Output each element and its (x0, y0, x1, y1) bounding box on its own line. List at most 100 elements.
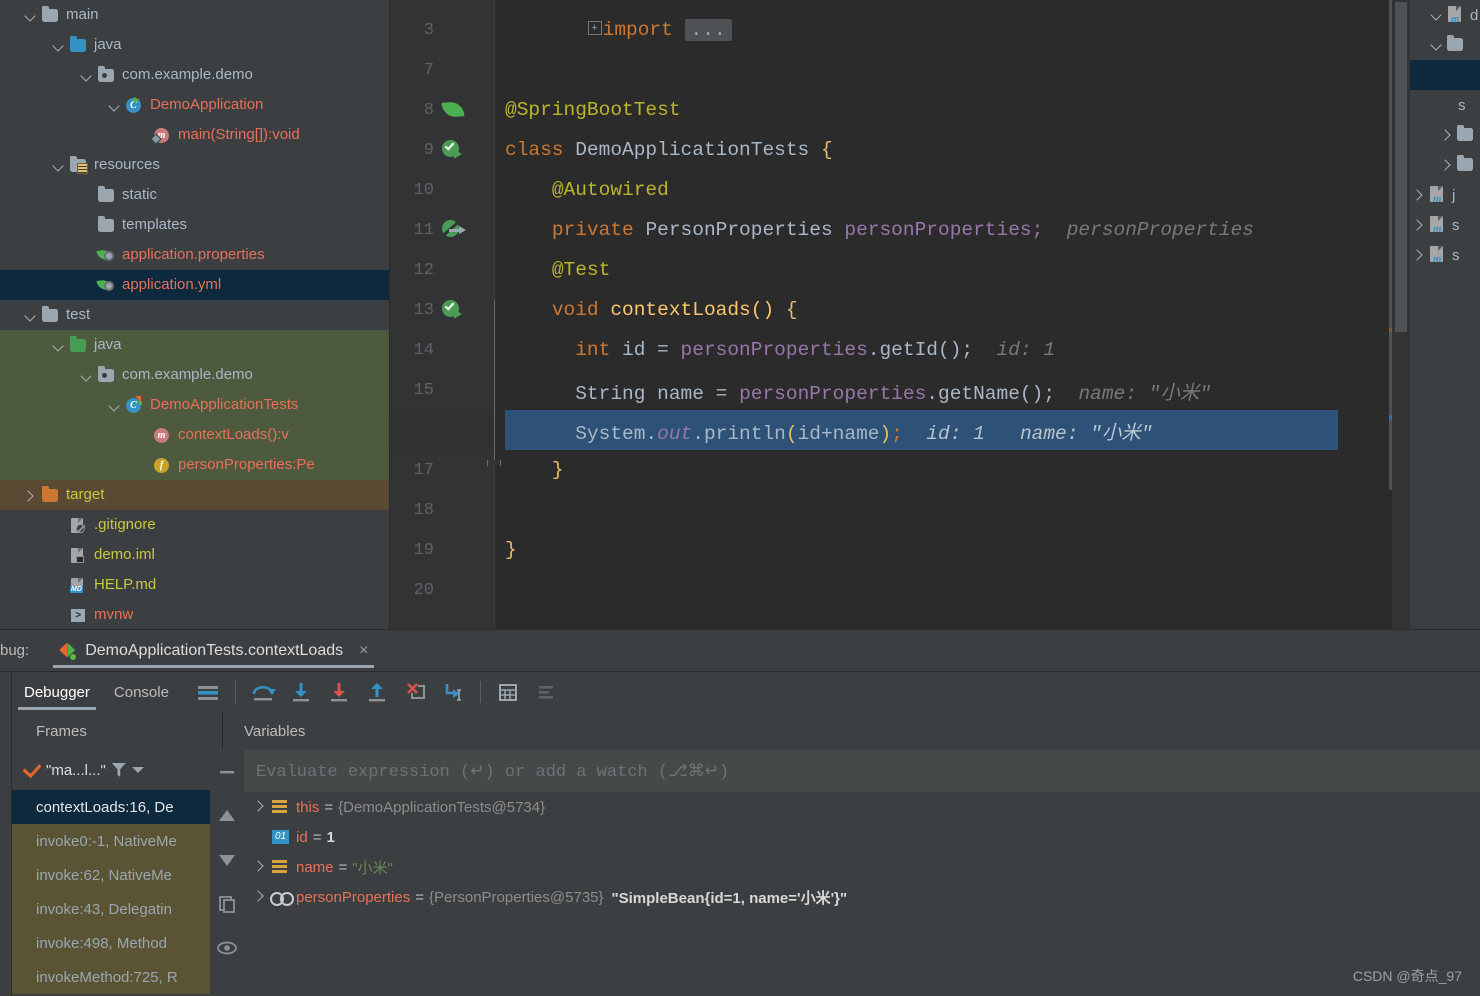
chevron-down-icon[interactable] (22, 7, 38, 23)
tab-debugger[interactable]: Debugger (12, 672, 102, 712)
variable-row[interactable]: this={DemoApplicationTests@5734} (244, 792, 1480, 822)
code-line-17[interactable]: } (390, 450, 1410, 490)
evaluate-expression-icon[interactable] (493, 677, 523, 707)
tree-item-application-yml[interactable]: application.yml (0, 270, 390, 300)
code-line-19[interactable]: } (390, 530, 1410, 570)
tree-item-com-example-demo[interactable]: com.example.demo (0, 360, 390, 390)
threads-settings-icon[interactable] (531, 677, 561, 707)
tree-item-application-properties[interactable]: application.properties (0, 240, 390, 270)
chevron-down-icon[interactable] (1428, 6, 1446, 24)
thread-selector[interactable]: "ma...l..." (12, 750, 210, 790)
maven-tool-window[interactable]: mdsmjmsms (1410, 0, 1480, 630)
maven-item-3[interactable]: s (1410, 90, 1480, 120)
code-editor[interactable]: 37891011121314151617181920 +import ... @… (390, 0, 1410, 630)
variable-row[interactable]: personProperties={PersonProperties@5735}… (244, 882, 1480, 912)
copy-icon[interactable] (210, 882, 244, 926)
maven-item-8[interactable]: ms (1410, 240, 1480, 270)
maven-item-7[interactable]: ms (1410, 210, 1480, 240)
gutter-line-18[interactable]: 18 (390, 490, 1410, 530)
frames-side-toolbar[interactable] (210, 750, 244, 996)
chevron-down-icon[interactable] (50, 157, 66, 173)
code-line-15[interactable]: String name = personProperties.getName()… (390, 370, 1410, 410)
code-line-3[interactable]: +import ... (390, 10, 1410, 50)
variable-row[interactable]: 01id=1 (244, 822, 1480, 852)
chevron-right-icon[interactable] (244, 797, 270, 817)
show-execution-point-icon[interactable] (193, 677, 223, 707)
chevron-right-icon[interactable] (1410, 186, 1428, 204)
frames-list[interactable]: contextLoads:16, Deinvoke0:-1, NativeMei… (12, 790, 210, 994)
frame-row[interactable]: invoke:43, Delegatin (12, 892, 210, 926)
debug-tool-window[interactable]: bug: DemoApplicationTests.contextLoads ×… (0, 630, 1480, 996)
tree-item-demo-iml[interactable]: demo.iml (0, 540, 390, 570)
editor-debug-splitter[interactable] (0, 629, 1480, 630)
tree-item-main-string----void[interactable]: mmain(String[]):void (0, 120, 390, 150)
tree-item-com-example-demo[interactable]: com.example.demo (0, 60, 390, 90)
tree-item-static[interactable]: static (0, 180, 390, 210)
chevron-down-icon[interactable] (22, 307, 38, 323)
code-line-11[interactable]: private PersonProperties personPropertie… (390, 210, 1410, 250)
chevron-down-icon[interactable] (132, 767, 144, 773)
tab-console[interactable]: Console (102, 672, 181, 712)
fold-expand-icon[interactable]: + (588, 21, 602, 35)
tree-item-templates[interactable]: templates (0, 210, 390, 240)
tree-item-help-md[interactable]: MDHELP.md (0, 570, 390, 600)
chevron-down-icon[interactable] (106, 97, 122, 113)
chevron-down-icon[interactable] (106, 397, 122, 413)
close-icon[interactable]: × (359, 642, 368, 660)
move-up-icon[interactable] (210, 794, 244, 838)
project-tool-window[interactable]: mainjavacom.example.demoCDemoApplication… (0, 0, 390, 630)
code-line-10[interactable]: @Autowired (390, 170, 1410, 210)
tree-item-contextloads---v[interactable]: mcontextLoads():v (0, 420, 390, 450)
tree-item--gitignore[interactable]: .gitignore (0, 510, 390, 540)
chevron-down-icon[interactable] (50, 37, 66, 53)
chevron-right-icon[interactable] (1410, 216, 1428, 234)
frame-row[interactable]: invoke0:-1, NativeMe (12, 824, 210, 858)
variables-list[interactable]: this={DemoApplicationTests@5734}01id=1na… (244, 792, 1480, 912)
chevron-down-icon[interactable] (50, 337, 66, 353)
step-into-icon[interactable] (286, 677, 316, 707)
drop-frame-icon[interactable] (400, 677, 430, 707)
maven-item-4[interactable] (1410, 120, 1480, 150)
tree-item-resources[interactable]: resources (0, 150, 390, 180)
collapsed-imports[interactable]: ... (685, 19, 732, 41)
project-editor-splitter[interactable] (389, 0, 390, 630)
chevron-right-icon[interactable] (1438, 156, 1456, 174)
fold-region-end[interactable] (487, 460, 501, 466)
frame-row[interactable]: invoke:62, NativeMe (12, 858, 210, 892)
variables-panel[interactable]: Evaluate expression (↵) or add a watch (… (244, 750, 1480, 996)
chevron-right-icon[interactable] (1410, 246, 1428, 264)
maven-item-1[interactable] (1410, 30, 1480, 60)
code-line-8[interactable]: @SpringBootTest (390, 90, 1410, 130)
variable-row[interactable]: name="小米" (244, 852, 1480, 882)
gutter-line-20[interactable]: 20 (390, 570, 1410, 610)
chevron-down-icon[interactable] (78, 367, 94, 383)
code-line-12[interactable]: @Test (390, 250, 1410, 290)
step-over-icon[interactable] (248, 677, 278, 707)
step-out-icon[interactable] (362, 677, 392, 707)
move-down-icon[interactable] (210, 838, 244, 882)
code-line-13[interactable]: void contextLoads() { (390, 290, 1410, 330)
frame-row[interactable]: contextLoads:16, De (12, 790, 210, 824)
debug-session-tab[interactable]: DemoApplicationTests.contextLoads × (53, 630, 374, 672)
tree-item-test[interactable]: test (0, 300, 390, 330)
evaluate-expression-input[interactable]: Evaluate expression (↵) or add a watch (… (244, 750, 1480, 792)
chevron-down-icon[interactable] (1428, 36, 1446, 54)
tree-item-personproperties-pe[interactable]: fpersonProperties:Pe (0, 450, 390, 480)
tree-item-target[interactable]: target (0, 480, 390, 510)
tree-item-main[interactable]: main (0, 0, 390, 30)
chevron-right-icon[interactable] (1438, 126, 1456, 144)
frames-panel[interactable]: "ma...l..." contextLoads:16, Deinvoke0:-… (12, 750, 210, 996)
tree-item-mvnw[interactable]: >mvnw (0, 600, 390, 630)
code-line-14[interactable]: int id = personProperties.getId(); id: 1 (390, 330, 1410, 370)
editor-right-rail[interactable] (1392, 0, 1410, 630)
tree-item-java[interactable]: java (0, 30, 390, 60)
run-to-cursor-icon[interactable] (438, 677, 468, 707)
chevron-right-icon[interactable] (22, 487, 38, 503)
frame-row[interactable]: invoke:498, Method (12, 926, 210, 960)
maven-item-6[interactable]: mj (1410, 180, 1480, 210)
chevron-right-icon[interactable] (244, 887, 270, 907)
maven-item-0[interactable]: md (1410, 0, 1480, 30)
eye-icon[interactable] (210, 926, 244, 970)
maven-item-5[interactable] (1410, 150, 1480, 180)
collapse-icon[interactable] (210, 750, 244, 794)
